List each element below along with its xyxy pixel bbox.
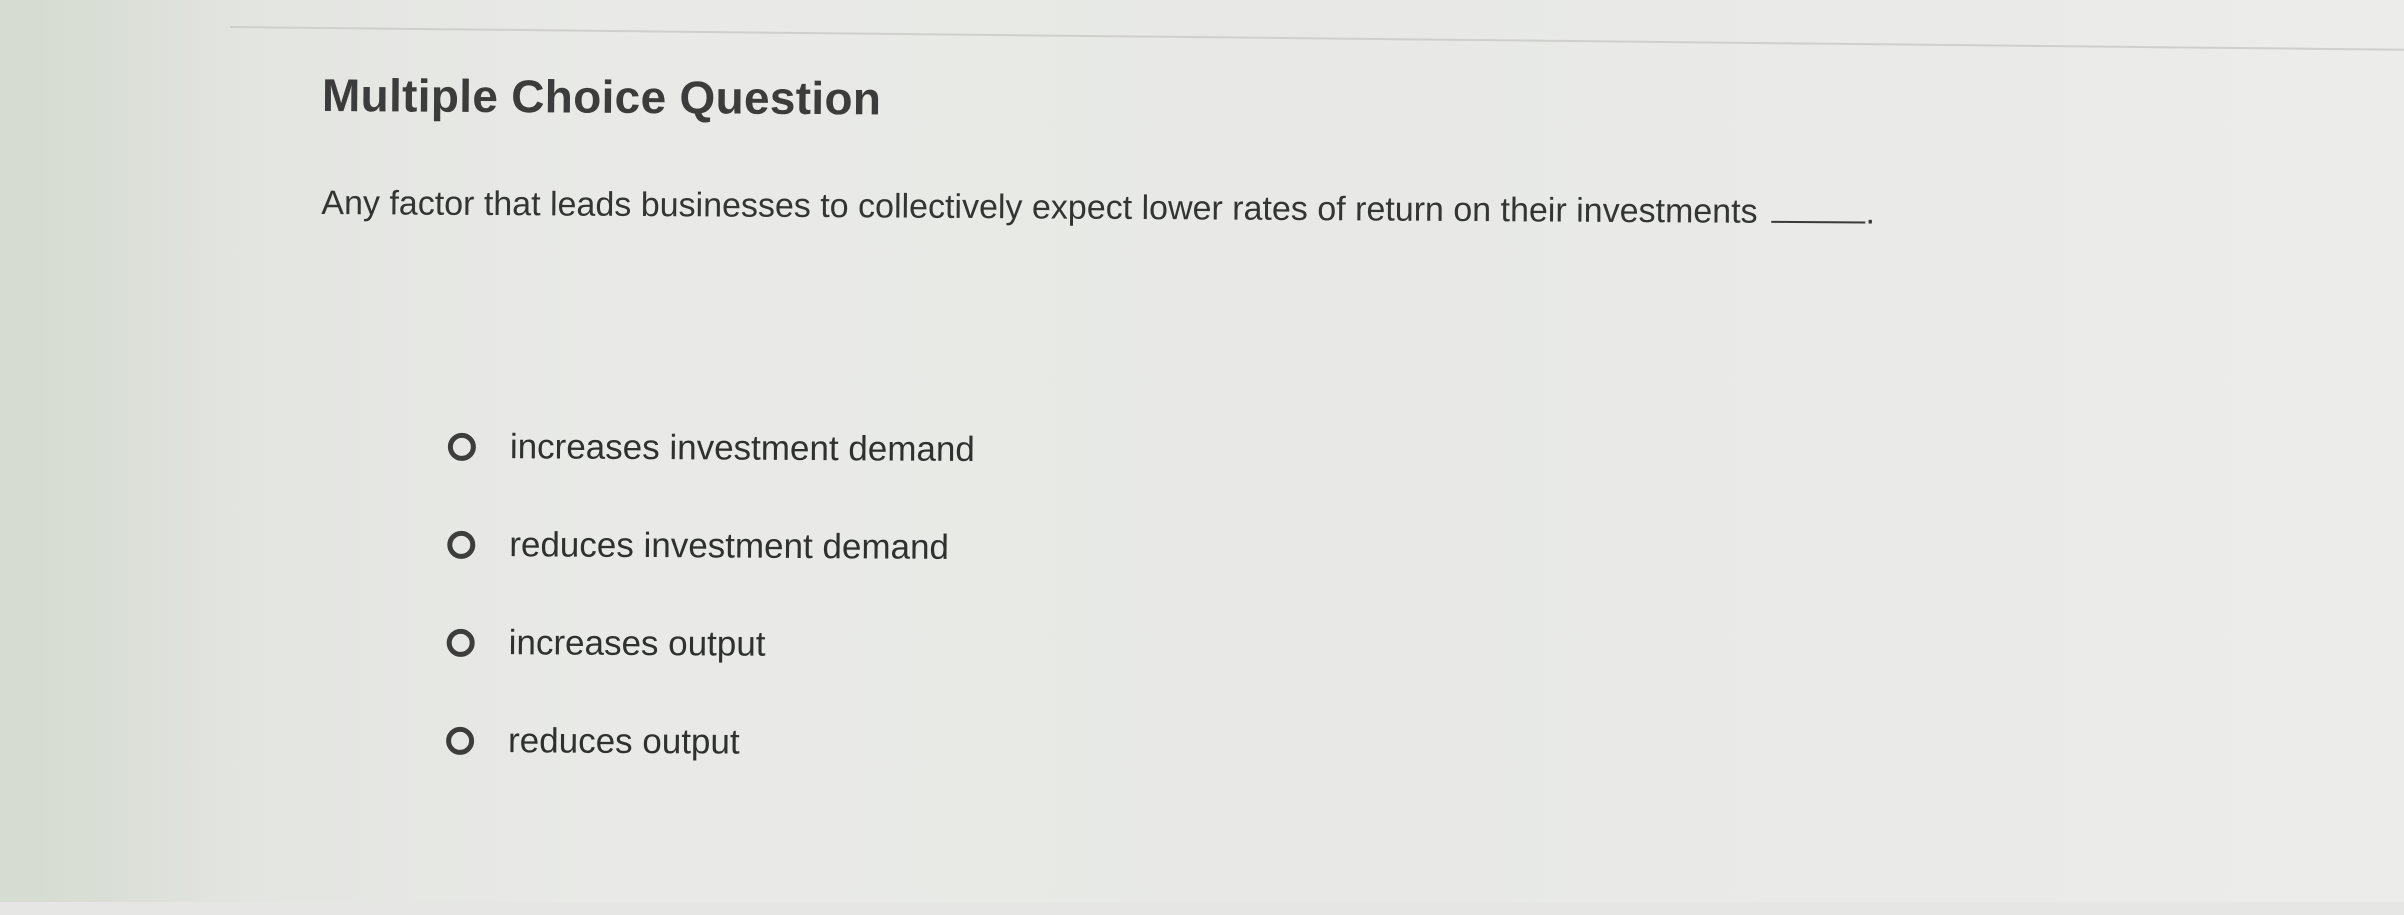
screen-background: Multiple Choice Question Any factor that… [0, 0, 2404, 902]
answer-options: increases investment demand reduces inve… [446, 427, 975, 824]
option-label[interactable]: reduces output [508, 721, 740, 761]
question-prompt: Any factor that leads businesses to coll… [321, 182, 1875, 232]
option-increases-investment-demand[interactable]: increases investment demand [447, 427, 975, 530]
question-panel: Multiple Choice Question Any factor that… [0, 0, 2404, 915]
answer-blank [1771, 190, 1866, 224]
option-label[interactable]: reduces investment demand [509, 525, 949, 567]
radio-button-icon[interactable] [447, 530, 476, 559]
question-heading: Multiple Choice Question [321, 69, 882, 125]
radio-button-icon[interactable] [446, 726, 475, 755]
question-prompt-text: Any factor that leads businesses to coll… [321, 184, 1758, 231]
option-increases-output[interactable]: increases output [446, 623, 974, 726]
option-label[interactable]: increases output [509, 623, 766, 664]
option-reduces-investment-demand[interactable]: reduces investment demand [447, 525, 975, 628]
radio-button-icon[interactable] [447, 432, 476, 461]
option-reduces-output[interactable]: reduces output [446, 721, 974, 824]
radio-button-icon[interactable] [446, 628, 475, 657]
question-prompt-suffix: . [1865, 193, 1876, 232]
option-label[interactable]: increases investment demand [510, 427, 975, 469]
